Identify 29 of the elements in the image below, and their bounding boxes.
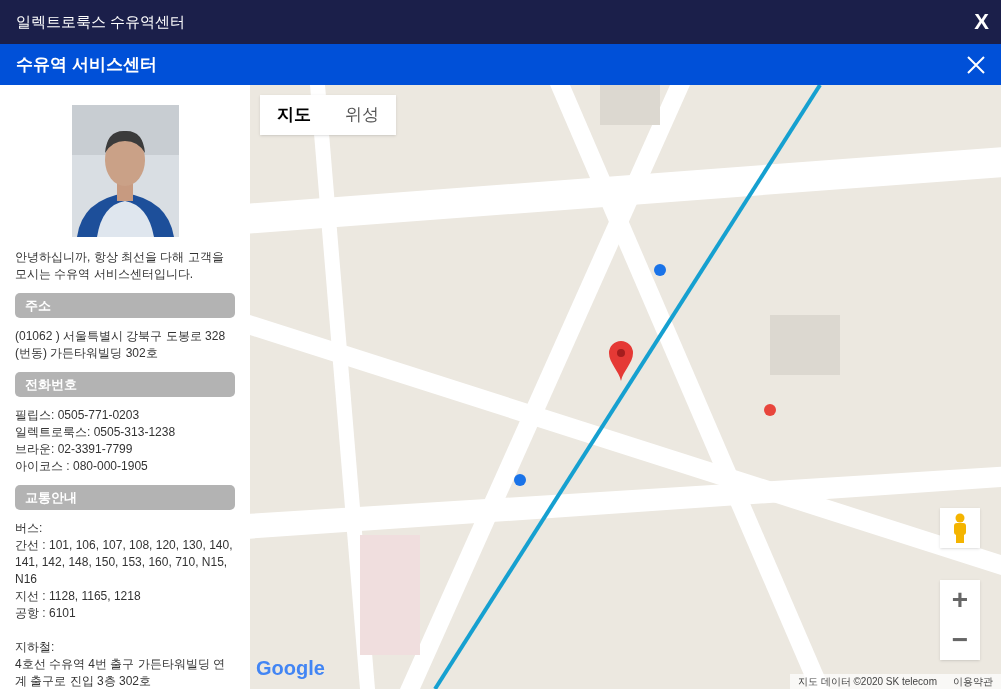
info-text: 일렉트로룩스: 0505-313-1238 (15, 424, 177, 441)
info-text: (01062 ) 서울특별시 강북구 도봉로 328 (15, 328, 227, 345)
window-title: 일렉트로룩스 수유역센터 (16, 11, 186, 32)
greeting-text: 안녕하십니까, 항상 최선을 다해 고객을 모시는 수유역 서비스센터입니다. (15, 249, 225, 283)
section-heading: 교통안내 (15, 485, 235, 510)
info-text: 공항 : 6101 (15, 605, 77, 622)
info-text: 필립스: 0505-771-0203 (15, 407, 141, 424)
close-button[interactable]: X (974, 11, 989, 33)
zoom-in-button[interactable]: + (940, 580, 980, 620)
section-heading: 전화번호 (15, 372, 235, 397)
info-text: 지하철: (15, 639, 56, 656)
info-text: 아이코스 : 080-000-1905 (15, 458, 149, 475)
map-pin-icon[interactable] (609, 341, 633, 381)
info-text: 브라운: 02-3391-7799 (15, 441, 134, 458)
google-logo: Google (256, 656, 325, 681)
info-text: 버스: (15, 520, 44, 537)
info-text: 지선 : 1128, 1165, 1218 (15, 588, 142, 605)
zoom-out-button[interactable]: − (940, 620, 980, 660)
info-text: 4호선 수유역 4번 출구 가든타워빌딩 연계 출구로 진입 3층 302호 (15, 656, 227, 689)
terms-link[interactable]: 이용약관 (945, 674, 1001, 689)
pegman-icon (952, 513, 968, 543)
attribution-text: 지도 데이터 ©2020 SK telecom (796, 675, 938, 689)
info-text: (번동) 가든타워빌딩 302호 (15, 345, 159, 362)
map-type-tab[interactable]: 지도 (260, 95, 328, 135)
section-heading: 주소 (15, 293, 235, 318)
close-icon[interactable] (967, 55, 985, 74)
dialog-title: 수유역 서비스센터 (16, 53, 157, 76)
info-text: 간선 : 101, 106, 107, 108, 120, 130, 140, 141, 142, 148, 150, 153, 160, 710, N15, N16 (15, 537, 234, 588)
map-type-tab[interactable]: 위성 (328, 95, 396, 135)
